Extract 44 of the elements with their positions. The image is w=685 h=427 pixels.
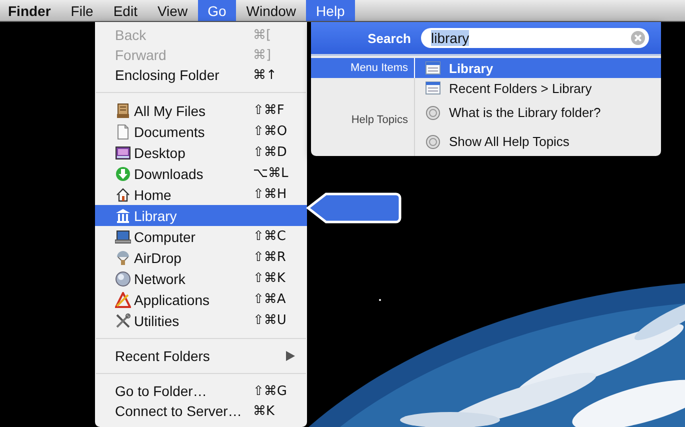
menu-item[interactable]: AirDrop ⇧⌘R: [95, 247, 307, 268]
group-label: Menu Items: [350, 62, 408, 74]
menu-item[interactable]: Enclosing Folder ⌘↑: [95, 65, 307, 85]
search-result[interactable]: Library: [415, 58, 661, 78]
laptop-icon: [115, 228, 131, 244]
parachute-icon: [115, 250, 131, 266]
menu-item[interactable]: Network ⇧⌘K: [95, 268, 307, 289]
lifebuoy-icon: [425, 104, 441, 120]
house-icon: [115, 186, 131, 202]
menu-item[interactable]: Utilities ⇧⌘U: [95, 310, 307, 331]
menu-item[interactable]: Library: [95, 205, 307, 226]
menu-item[interactable]: Applications ⇧⌘A: [95, 289, 307, 310]
menu-item[interactable]: Home ⇧⌘H: [95, 184, 307, 205]
columns-icon: [115, 208, 131, 224]
menu-title[interactable]: Window: [236, 0, 306, 21]
menu-item[interactable]: Documents ⇧⌘O: [95, 121, 307, 142]
menu-title[interactable]: View: [147, 0, 198, 21]
window-icon: [425, 80, 441, 96]
search-field[interactable]: library: [421, 28, 649, 48]
search-result[interactable]: Recent Folders > Library: [415, 78, 661, 98]
menu-item[interactable]: Downloads ⌥⌘L: [95, 163, 307, 184]
tools-icon: [115, 312, 131, 328]
menu-item[interactable]: Go to Folder… ⇧⌘G: [95, 381, 307, 401]
menu-title[interactable]: File: [60, 0, 104, 21]
document-icon: [115, 124, 131, 140]
download-icon: [115, 166, 131, 182]
globe-icon: [115, 270, 131, 286]
menu-title[interactable]: Edit: [103, 0, 148, 21]
clear-icon[interactable]: [631, 31, 645, 45]
menu-item[interactable]: Connect to Server… ⌘K: [95, 401, 307, 421]
desktop-icon: [115, 144, 131, 160]
search-result[interactable]: Show All Help Topics: [415, 127, 661, 156]
menu-item[interactable]: All My Files ⇧⌘F: [95, 100, 307, 121]
menu-title[interactable]: Go: [198, 0, 236, 21]
app-menu[interactable]: Finder: [0, 0, 61, 21]
lifebuoy-icon: [425, 134, 441, 150]
drawer-icon: [115, 102, 131, 118]
search-label: Search: [366, 30, 411, 46]
group-label: Help Topics: [351, 114, 408, 126]
search-result[interactable]: What is the Library folder?: [415, 98, 661, 127]
menu-title[interactable]: Help: [306, 0, 355, 21]
menu-item[interactable]: Recent Folders: [95, 346, 307, 366]
menu-item[interactable]: Desktop ⇧⌘D: [95, 142, 307, 163]
menu-item[interactable]: Computer ⇧⌘C: [95, 226, 307, 247]
